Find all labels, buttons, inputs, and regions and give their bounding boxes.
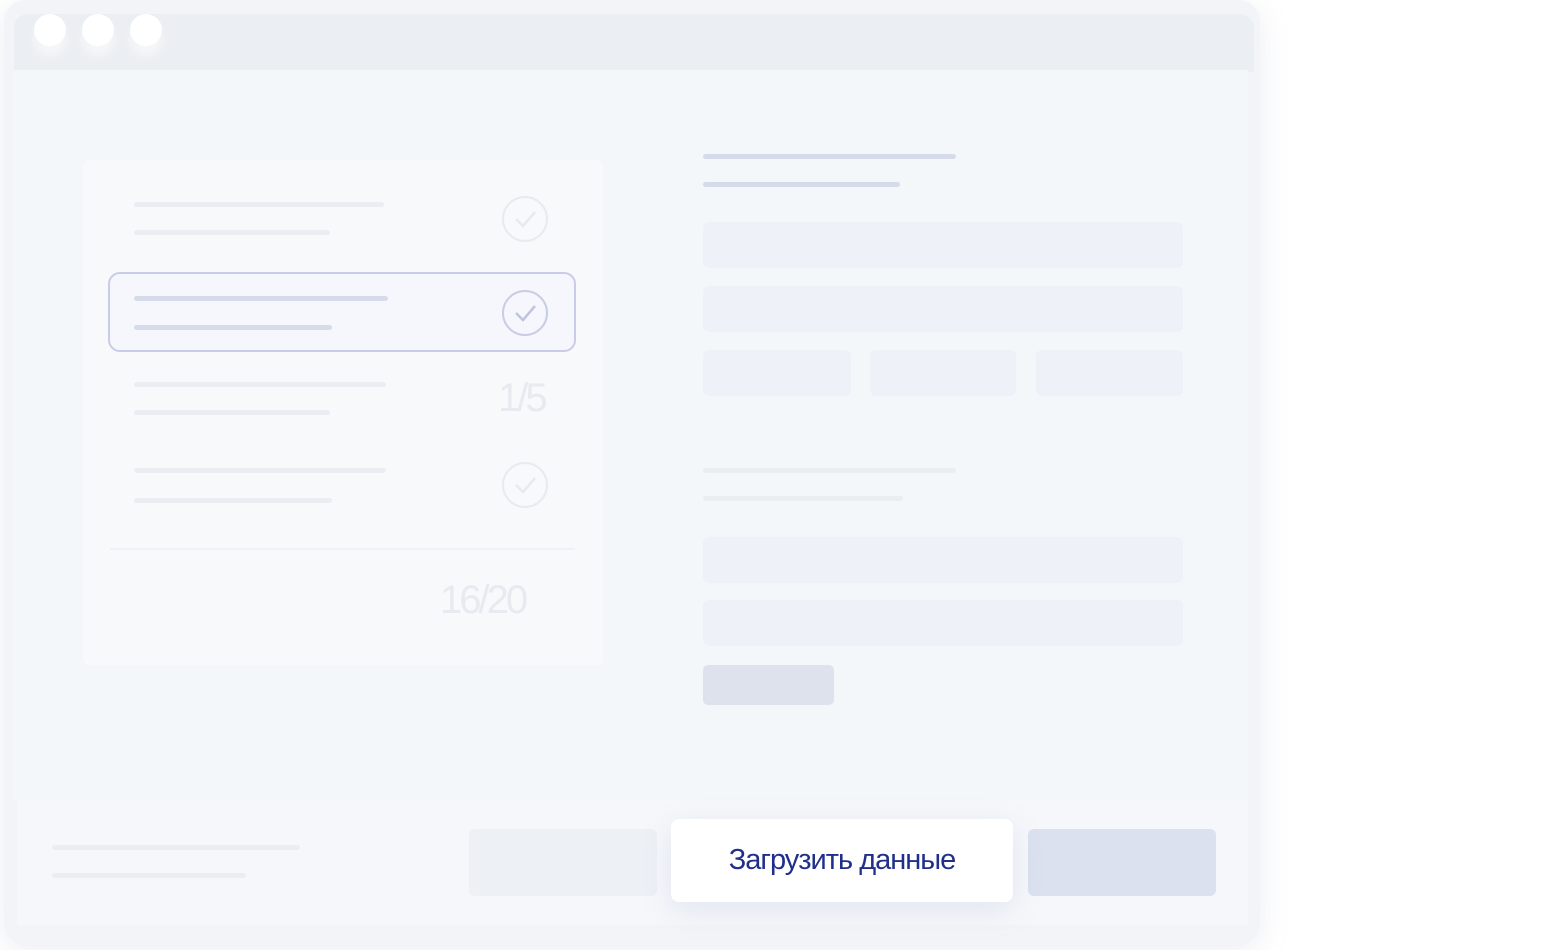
form-field[interactable]: [703, 600, 1183, 646]
form-field[interactable]: [703, 286, 1183, 332]
checklist-item[interactable]: 1/5: [108, 364, 576, 444]
item-subtitle-placeholder: [134, 325, 332, 330]
form-heading-placeholder: [703, 154, 956, 159]
check-circle-icon: [502, 290, 548, 336]
window-control-close[interactable]: [34, 14, 66, 46]
form-field-short[interactable]: [1036, 350, 1183, 396]
form-field-short[interactable]: [703, 350, 851, 396]
form-field-short[interactable]: [870, 350, 1016, 396]
item-progress-counter: 1/5: [498, 376, 548, 420]
item-title-placeholder: [134, 382, 386, 387]
item-title-placeholder: [134, 468, 386, 473]
form-submit-button[interactable]: [703, 665, 834, 705]
form-field[interactable]: [703, 537, 1183, 583]
footer-text-placeholder: [52, 845, 300, 850]
item-title-placeholder: [134, 296, 388, 301]
section-subheading-placeholder: [703, 496, 903, 501]
footer-primary-button[interactable]: [1028, 829, 1216, 896]
item-subtitle-placeholder: [134, 230, 330, 235]
footer-text-placeholder: [52, 873, 246, 878]
check-circle-icon: [502, 462, 548, 508]
item-title-placeholder: [134, 202, 384, 207]
check-circle-icon: [502, 196, 548, 242]
checklist-item[interactable]: [108, 448, 576, 528]
footer-secondary-button[interactable]: [469, 829, 657, 896]
window-control-minimize[interactable]: [82, 14, 114, 46]
form-field[interactable]: [703, 222, 1183, 268]
form-subheading-placeholder: [703, 182, 900, 187]
title-bar: [14, 14, 1254, 72]
checklist-item[interactable]: [108, 180, 576, 260]
section-heading-placeholder: [703, 468, 956, 473]
window-control-maximize[interactable]: [130, 14, 162, 46]
panel-divider: [110, 548, 575, 550]
total-progress-counter: 16/20: [440, 578, 528, 622]
load-data-button[interactable]: Загрузить данные: [671, 819, 1013, 902]
item-subtitle-placeholder: [134, 498, 332, 503]
checklist-item-selected[interactable]: [108, 272, 576, 352]
item-subtitle-placeholder: [134, 410, 330, 415]
